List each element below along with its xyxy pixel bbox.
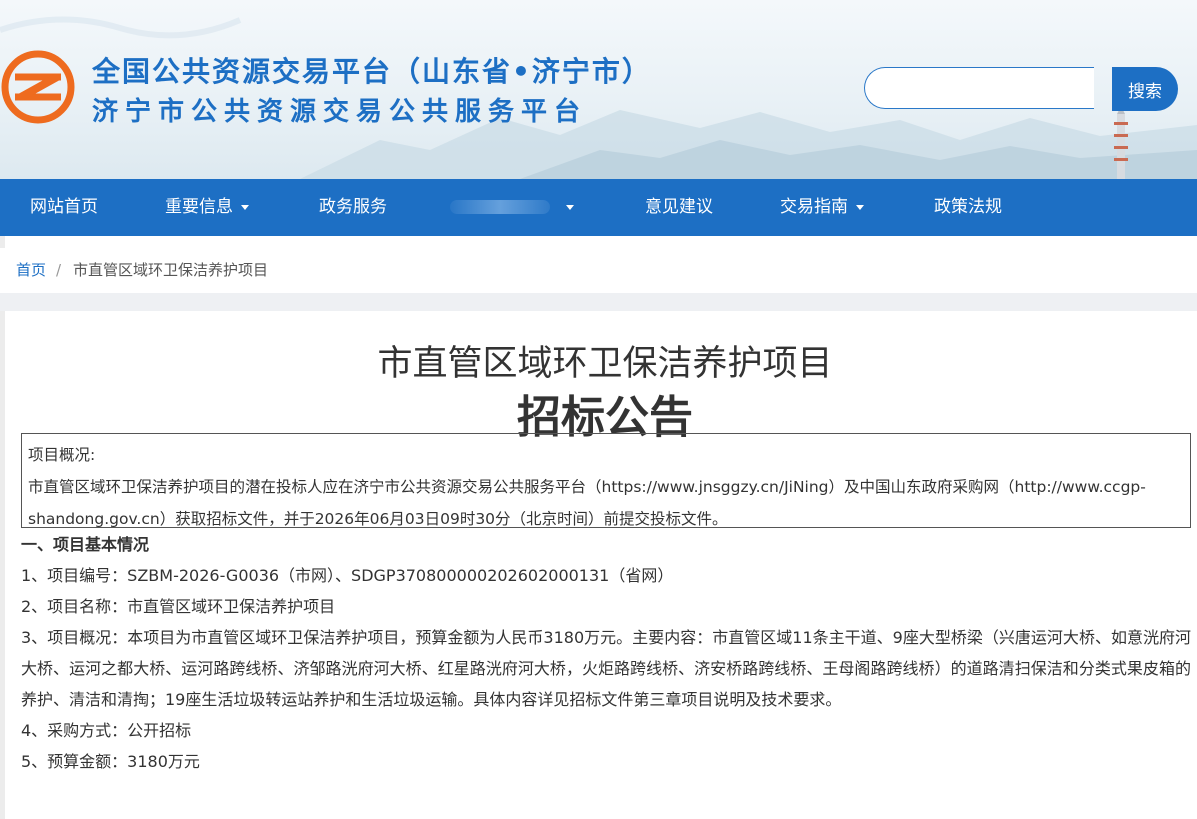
list-item: 4、采购方式：公开招标 bbox=[21, 721, 192, 740]
nav-item-trading-guide[interactable]: 交易指南 bbox=[780, 179, 864, 236]
breadcrumb: 首页 / 市直管区域环卫保洁养护项目 bbox=[0, 248, 1197, 293]
nav-item-policies[interactable]: 政策法规 bbox=[934, 179, 1002, 236]
nav-item-label: 意见建议 bbox=[645, 197, 713, 217]
overview-text: 市直管区域环卫保洁养护项目的潜在投标人应在济宁市公共资源交易公共服务平台（htt… bbox=[28, 478, 1146, 528]
breadcrumb-home-link[interactable]: 首页 bbox=[16, 248, 46, 293]
search-input[interactable] bbox=[864, 67, 1094, 109]
nav-item-label: 政务服务 bbox=[319, 197, 387, 217]
chevron-down-icon bbox=[566, 204, 574, 210]
nav-item-home[interactable]: 网站首页 bbox=[30, 179, 98, 236]
list-item: 5、预算金额：3180万元 bbox=[21, 752, 200, 771]
project-overview-box: 项目概况: 市直管区域环卫保洁养护项目的潜在投标人应在济宁市公共资源交易公共服务… bbox=[21, 433, 1191, 528]
page-title: 市直管区域环卫保洁养护项目 bbox=[377, 344, 833, 384]
nav-item-obscured[interactable] bbox=[450, 179, 574, 236]
chevron-down-icon bbox=[241, 204, 249, 210]
nav-item-label: 政策法规 bbox=[934, 197, 1002, 217]
breadcrumb-separator: / bbox=[56, 261, 62, 279]
nav-item-important-info[interactable]: 重要信息 bbox=[165, 179, 249, 236]
nav-item-label: 网站首页 bbox=[30, 197, 98, 217]
search-button[interactable]: 搜索 bbox=[1112, 67, 1178, 111]
platform-title: 全国公共资源交易平台（山东省•济宁市） bbox=[92, 55, 652, 88]
list-item: 1、项目编号：SZBM-2026-G0036（市网）、SDGP370800000… bbox=[21, 566, 674, 585]
nav-item-government-services[interactable]: 政务服务 bbox=[319, 179, 387, 236]
breadcrumb-current: 市直管区域环卫保洁养护项目 bbox=[73, 261, 269, 279]
tower-illustration bbox=[1114, 110, 1128, 179]
search-bar: 搜索 bbox=[864, 67, 1178, 111]
site-header: 全国公共资源交易平台（山东省•济宁市） 济宁市公共资源交易公共服务平台 搜索 bbox=[0, 0, 1197, 179]
overview-label: 项目概况: bbox=[28, 446, 96, 464]
section-heading: 一、项目基本情况 bbox=[21, 535, 150, 554]
nav-item-feedback[interactable]: 意见建议 bbox=[645, 179, 713, 236]
main-navigation: 网站首页 重要信息 政务服务 意见建议 交易指南 政策法规 bbox=[0, 179, 1197, 236]
list-item: 3、项目概况：本项目为市直管区域环卫保洁养护项目，预算金额为人民币3180万元。… bbox=[21, 628, 1191, 709]
chevron-down-icon bbox=[856, 204, 864, 210]
list-item: 2、项目名称：市直管区域环卫保洁养护项目 bbox=[21, 597, 336, 616]
platform-subtitle: 济宁市公共资源交易公共服务平台 bbox=[92, 97, 588, 127]
blurred-label bbox=[450, 200, 550, 214]
announcement-body: 一、项目基本情况 1、项目编号：SZBM-2026-G0036（市网）、SDGP… bbox=[21, 529, 1191, 777]
page-left-border bbox=[0, 236, 5, 819]
nav-item-label: 重要信息 bbox=[165, 197, 233, 217]
section-divider bbox=[0, 293, 1197, 311]
site-logo-icon bbox=[1, 50, 75, 124]
nav-item-label: 交易指南 bbox=[780, 197, 848, 217]
